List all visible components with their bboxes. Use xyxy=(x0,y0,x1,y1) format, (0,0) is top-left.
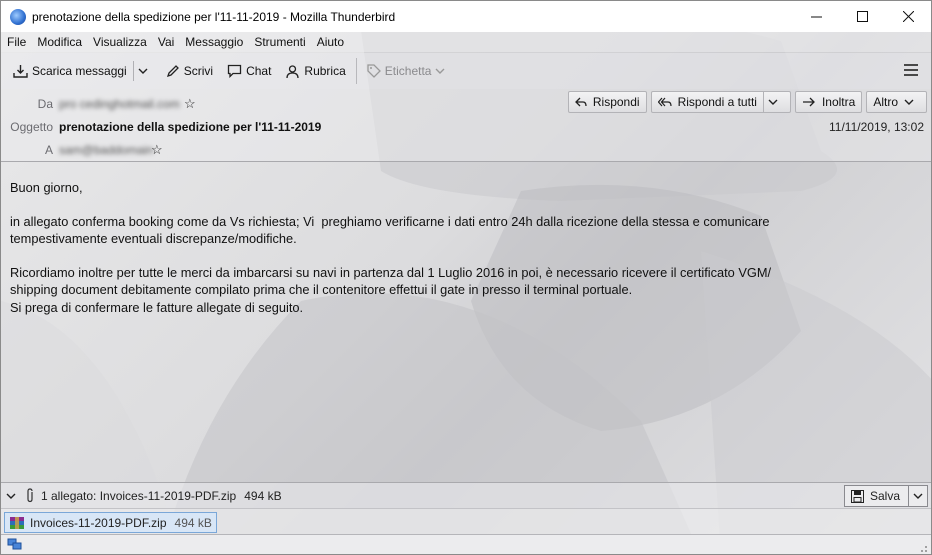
body-line: in allegato conferma booking come da Vs … xyxy=(10,213,770,229)
chevron-down-icon xyxy=(435,68,445,74)
attachment-bar[interactable]: 1 allegato: Invoices-11-2019-PDF.zip 494… xyxy=(1,482,931,508)
maximize-button[interactable] xyxy=(839,1,885,32)
body-greeting: Buon giorno, xyxy=(10,180,83,195)
menu-strumenti[interactable]: Strumenti xyxy=(254,35,305,49)
chevron-down-icon xyxy=(913,493,923,499)
address-book-label: Rubrica xyxy=(304,64,346,78)
reply-label: Rispondi xyxy=(592,95,640,109)
reply-icon xyxy=(574,97,587,107)
status-bar xyxy=(1,534,931,554)
thunderbird-window: prenotazione della spedizione per l'11-1… xyxy=(0,0,932,555)
menu-vai[interactable]: Vai xyxy=(158,35,174,49)
attachment-list: Invoices-11-2019-PDF.zip 494 kB xyxy=(1,508,931,534)
maximize-icon xyxy=(856,11,868,22)
reply-all-label: Rispondi a tutti xyxy=(677,95,757,109)
forward-label: Inoltra xyxy=(821,95,856,109)
more-button[interactable]: Altro xyxy=(866,91,927,113)
attachment-item[interactable]: Invoices-11-2019-PDF.zip 494 kB xyxy=(4,512,217,533)
paperclip-icon xyxy=(27,488,33,503)
online-status-icon[interactable] xyxy=(7,538,23,552)
chevron-down-icon xyxy=(768,99,778,105)
chat-button[interactable]: Chat xyxy=(223,58,275,84)
to-address[interactable]: sam@baddomain xyxy=(59,143,153,157)
address-book-button[interactable]: Rubrica xyxy=(281,58,349,84)
message-body: Buon giorno, in allegato conferma bookin… xyxy=(10,179,925,316)
chevron-down-icon xyxy=(138,68,148,74)
chat-label: Chat xyxy=(246,64,272,78)
chevron-down-icon[interactable] xyxy=(6,492,16,500)
title-bar: prenotazione della spedizione per l'11-1… xyxy=(1,1,931,32)
body-line: shipping document debitamente compilato … xyxy=(10,282,633,297)
minimize-button[interactable] xyxy=(793,1,839,32)
get-messages-dropdown[interactable] xyxy=(132,61,152,81)
menu-visualizza[interactable]: Visualizza xyxy=(93,35,147,49)
toolbar-separator xyxy=(355,58,357,84)
reply-all-dropdown[interactable] xyxy=(762,92,784,112)
attachment-summary: 1 allegato: Invoices-11-2019-PDF.zip xyxy=(41,488,237,503)
attachment-summary-size: 494 kB xyxy=(244,488,282,503)
menu-messaggio[interactable]: Messaggio xyxy=(185,35,243,49)
tag-button[interactable]: Etichetta xyxy=(363,58,454,84)
chevron-down-icon xyxy=(904,99,914,105)
main-toolbar: Scarica messaggi Scrivi Chat Rubrica Eti… xyxy=(1,53,931,89)
tag-label: Etichetta xyxy=(384,64,432,78)
subject-label: Oggetto xyxy=(10,120,53,134)
reply-all-icon xyxy=(657,97,672,107)
get-messages-button[interactable]: Scarica messaggi xyxy=(9,58,156,84)
download-icon xyxy=(13,64,28,78)
attachment-size: 494 kB xyxy=(174,515,212,530)
from-address[interactable]: pro cedinghotmail.com xyxy=(59,97,180,111)
star-icon[interactable]: ☆ xyxy=(151,142,163,158)
save-icon xyxy=(850,489,864,503)
reply-all-button[interactable]: Rispondi a tutti xyxy=(650,91,791,113)
star-icon[interactable]: ☆ xyxy=(184,96,196,112)
reply-button[interactable]: Rispondi xyxy=(567,91,647,113)
contacts-icon xyxy=(286,64,300,78)
forward-button[interactable]: Inoltra xyxy=(794,91,863,113)
to-label: A xyxy=(44,143,53,157)
body-line: Si prega di confermare le fatture allega… xyxy=(10,299,304,315)
message-actions: Rispondi Rispondi a tutti Inoltra Altro xyxy=(564,91,927,113)
menu-aiuto[interactable]: Aiuto xyxy=(317,35,344,49)
save-label: Salva xyxy=(869,489,900,503)
write-label: Scrivi xyxy=(183,64,214,78)
app-menu-icon[interactable] xyxy=(903,61,919,79)
write-button[interactable]: Scrivi xyxy=(162,58,217,84)
message-header: Da pro cedinghotmail.com ☆ Oggetto preno… xyxy=(1,89,931,162)
subject-value: prenotazione della spedizione per l'11-1… xyxy=(59,120,322,134)
from-label: Da xyxy=(37,97,53,111)
thunderbird-app-icon xyxy=(10,8,26,25)
forward-arrow-icon xyxy=(802,97,815,107)
tag-icon xyxy=(367,64,381,78)
message-date: 11/11/2019, 13:02 xyxy=(829,120,924,134)
get-messages-label: Scarica messaggi xyxy=(32,64,127,78)
menu-modifica[interactable]: Modifica xyxy=(37,35,82,49)
body-line: Ricordiamo inoltre per tutte le merci da… xyxy=(10,264,772,280)
more-label: Altro xyxy=(873,95,898,109)
chat-bubble-icon xyxy=(227,64,242,78)
menu-file[interactable]: File xyxy=(7,35,26,49)
save-dropdown[interactable] xyxy=(908,486,923,506)
close-button[interactable] xyxy=(885,1,931,32)
window-title: prenotazione della spedizione per l'11-1… xyxy=(32,9,396,24)
close-icon xyxy=(902,11,914,22)
attachment-name: Invoices-11-2019-PDF.zip xyxy=(30,515,167,530)
body-line: tempestivamente eventuali discrepanze/mo… xyxy=(10,231,297,246)
menu-bar: File Modifica Visualizza Vai Messaggio S… xyxy=(1,32,931,52)
pencil-icon xyxy=(166,65,179,78)
resize-grip-icon[interactable] xyxy=(918,543,928,553)
save-attachments-button[interactable]: Salva xyxy=(843,485,928,507)
minimize-icon xyxy=(810,16,822,18)
zip-archive-icon xyxy=(10,516,24,529)
